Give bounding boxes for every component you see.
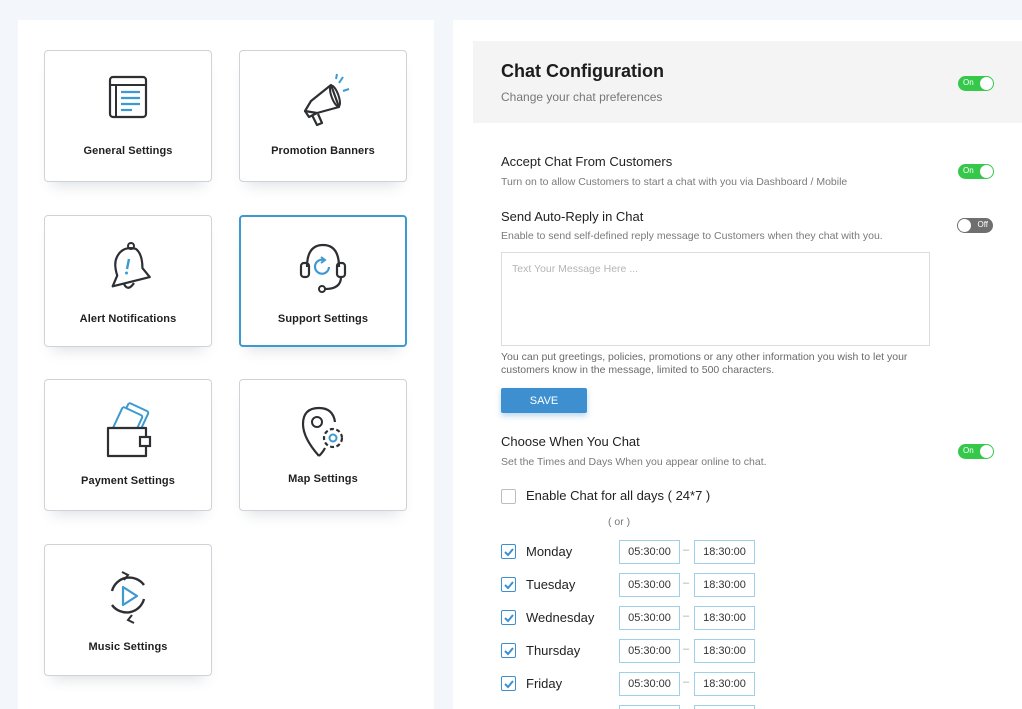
card-map-settings[interactable]: Map Settings xyxy=(239,379,407,511)
accept-chat-title: Accept Chat From Customers xyxy=(501,154,673,169)
browser-window-icon xyxy=(100,71,156,131)
card-promotion-banners[interactable]: Promotion Banners xyxy=(239,50,407,182)
toggle-knob xyxy=(980,77,993,90)
day-checkbox[interactable] xyxy=(501,610,516,625)
day-name: Wednesday xyxy=(526,610,595,625)
checkmark-icon xyxy=(504,614,514,623)
time-range-separator: – xyxy=(683,643,690,655)
start-time-input[interactable] xyxy=(619,705,680,709)
day-row-partial xyxy=(501,705,801,709)
chat-configuration-panel: Chat Configuration Change your chat pref… xyxy=(453,20,1022,709)
end-time-input[interactable] xyxy=(694,639,755,663)
card-label: General Settings xyxy=(83,145,173,157)
schedule-title: Choose When You Chat xyxy=(501,434,640,449)
toggle-label: On xyxy=(963,446,974,455)
start-time-input[interactable] xyxy=(619,540,680,564)
card-label: Support Settings xyxy=(277,313,369,325)
time-range-separator: – xyxy=(683,577,690,589)
toggle-label: On xyxy=(963,166,974,175)
toggle-knob xyxy=(980,165,993,178)
day-name: Friday xyxy=(526,676,563,691)
day-row-friday: Friday – xyxy=(501,672,801,696)
schedule-toggle[interactable]: On xyxy=(958,444,994,459)
chat-config-header: Chat Configuration Change your chat pref… xyxy=(473,41,1022,123)
day-name: Thursday xyxy=(526,643,581,658)
auto-reply-subtitle: Enable to send self-defined reply messag… xyxy=(501,230,883,242)
auto-reply-toggle[interactable]: Off xyxy=(957,218,993,233)
day-checkbox[interactable] xyxy=(501,676,516,691)
all-days-checkbox[interactable] xyxy=(501,489,516,504)
day-name: Tuesday xyxy=(526,577,576,592)
megaphone-icon xyxy=(295,71,351,131)
day-row-wednesday: Wednesday – xyxy=(501,606,801,630)
card-label: Alert Notifications xyxy=(79,313,177,325)
day-row-monday: Monday – xyxy=(501,540,801,564)
settings-menu-panel: General Settings Promotion Banners Alert… xyxy=(18,20,434,709)
wallet-icon xyxy=(100,400,156,460)
toggle-label: On xyxy=(963,78,974,87)
toggle-knob xyxy=(980,445,993,458)
toggle-knob xyxy=(958,219,971,232)
start-time-input[interactable] xyxy=(619,606,680,630)
end-time-input[interactable] xyxy=(694,705,755,709)
end-time-input[interactable] xyxy=(694,672,755,696)
card-payment-settings[interactable]: Payment Settings xyxy=(44,379,212,511)
card-label: Map Settings xyxy=(288,473,358,485)
card-general-settings[interactable]: General Settings xyxy=(44,50,212,182)
accept-chat-subtitle: Turn on to allow Customers to start a ch… xyxy=(501,176,848,188)
checkmark-icon xyxy=(504,680,514,689)
toggle-label: Off xyxy=(977,220,988,229)
card-label: Promotion Banners xyxy=(271,145,375,157)
card-support-settings[interactable]: Support Settings xyxy=(239,215,407,347)
checkmark-icon xyxy=(504,647,514,656)
save-button[interactable]: SAVE xyxy=(501,388,587,413)
time-range-separator: – xyxy=(683,544,690,556)
checkmark-icon xyxy=(504,581,514,590)
start-time-input[interactable] xyxy=(619,639,680,663)
end-time-input[interactable] xyxy=(694,540,755,564)
day-checkbox[interactable] xyxy=(501,577,516,592)
accept-chat-toggle[interactable]: On xyxy=(958,164,994,179)
schedule-subtitle: Set the Times and Days When you appear o… xyxy=(501,456,767,468)
play-circle-icon xyxy=(100,565,156,625)
or-separator: ( or ) xyxy=(608,516,631,528)
card-label: Music Settings xyxy=(88,641,168,653)
day-checkbox[interactable] xyxy=(501,643,516,658)
day-name: Monday xyxy=(526,544,573,559)
start-time-input[interactable] xyxy=(619,672,680,696)
map-pin-gear-icon xyxy=(295,400,351,460)
end-time-input[interactable] xyxy=(694,606,755,630)
all-days-label: Enable Chat for all days ( 24*7 ) xyxy=(526,488,711,503)
end-time-input[interactable] xyxy=(694,573,755,597)
day-checkbox[interactable] xyxy=(501,544,516,559)
auto-reply-title: Send Auto-Reply in Chat xyxy=(501,209,644,224)
page-subtitle: Change your chat preferences xyxy=(501,90,663,104)
checkmark-icon xyxy=(504,548,514,557)
page-title: Chat Configuration xyxy=(501,61,664,81)
card-alert-notifications[interactable]: Alert Notifications xyxy=(44,215,212,347)
auto-reply-message-input[interactable] xyxy=(501,252,930,346)
start-time-input[interactable] xyxy=(619,573,680,597)
headset-icon xyxy=(295,237,351,297)
time-range-separator: – xyxy=(683,610,690,622)
card-music-settings[interactable]: Music Settings xyxy=(44,544,212,676)
bell-alert-icon xyxy=(100,236,156,296)
auto-reply-hint: You can put greetings, policies, promoti… xyxy=(501,351,908,376)
day-row-thursday: Thursday – xyxy=(501,639,801,663)
card-label: Payment Settings xyxy=(81,475,175,487)
day-row-tuesday: Tuesday – xyxy=(501,573,801,597)
chat-config-toggle[interactable]: On xyxy=(958,76,994,91)
time-range-separator: – xyxy=(683,676,690,688)
